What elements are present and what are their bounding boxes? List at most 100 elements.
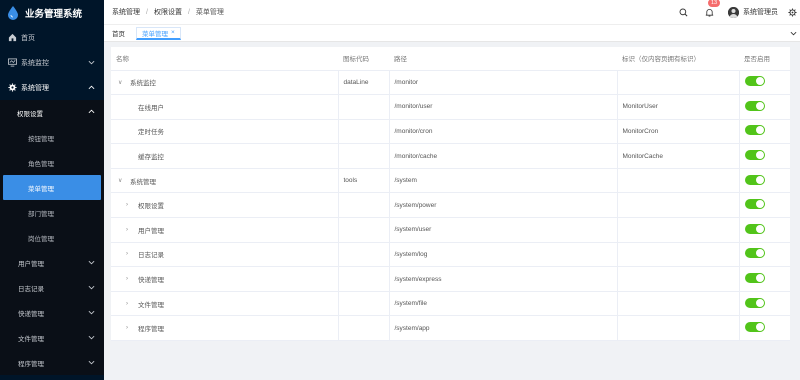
expand-arrow-icon[interactable]: ∨ xyxy=(118,177,126,184)
row-name: 快递管理 xyxy=(138,277,164,285)
enabled-toggle[interactable] xyxy=(744,125,765,136)
enabled-toggle[interactable] xyxy=(744,174,765,185)
sidebar-item-department-management[interactable]: 部门管理 xyxy=(0,200,104,225)
table-row[interactable]: 定时任务 /monitor/cron MonitorCron xyxy=(111,119,790,145)
enabled-toggle[interactable] xyxy=(744,199,765,210)
sidebar-item-files[interactable]: 文件管理 xyxy=(0,325,104,350)
enabled-toggle[interactable] xyxy=(744,223,765,234)
sidebar-item-menu-management[interactable]: 菜单管理 xyxy=(3,175,101,200)
home-icon xyxy=(8,33,17,42)
tab-home[interactable]: 首页 xyxy=(107,27,130,39)
column-header: 路径 xyxy=(389,47,617,71)
enabled-cell xyxy=(739,94,790,120)
column-header: 标识（仅内容页拥有标识） xyxy=(617,47,739,71)
sidebar-item-button-management[interactable]: 按钮管理 xyxy=(0,125,104,150)
table-row[interactable]: ∨ 系统管理 tools /system xyxy=(111,168,790,194)
sidebar-item-home[interactable]: 首页 xyxy=(0,25,104,50)
sidebar-item-express[interactable]: 快递管理 xyxy=(0,300,104,325)
enabled-toggle[interactable] xyxy=(744,322,765,333)
name-cell: › 文件管理 xyxy=(111,291,339,317)
top-header: 系统管理 / 权限设置 / 菜单管理 13 系统管理员 xyxy=(104,0,800,25)
collapse-arrow-icon[interactable]: › xyxy=(126,325,134,331)
sidebar-item-users[interactable]: 用户管理 xyxy=(0,250,104,275)
breadcrumb-item[interactable]: 权限设置 xyxy=(154,7,182,17)
name-cell: 定时任务 xyxy=(111,119,339,145)
table-row[interactable]: 在线用户 /monitor/user MonitorUser xyxy=(111,94,790,120)
sidebar-item-monitor[interactable]: 系统监控 xyxy=(0,50,104,75)
collapse-arrow-icon[interactable]: › xyxy=(126,202,134,208)
row-name: 用户管理 xyxy=(138,227,164,235)
menu-table: 名称 图标代码 路径 标识（仅内容页拥有标识） 是否启用 ∨ 系统监控 dataL… xyxy=(111,47,790,342)
ident-cell xyxy=(617,291,740,317)
row-name: 程序管理 xyxy=(138,326,164,334)
enabled-toggle[interactable] xyxy=(744,248,765,259)
enabled-cell xyxy=(739,168,790,194)
enabled-toggle[interactable] xyxy=(744,76,765,87)
sidebar-item-system[interactable]: 系统管理 xyxy=(0,75,104,100)
settings-gear-icon[interactable] xyxy=(787,7,797,17)
ident-cell xyxy=(617,242,740,268)
icon-code-cell xyxy=(338,119,390,145)
table-row[interactable]: › 用户管理 /system/user xyxy=(111,217,790,243)
collapse-arrow-icon[interactable]: › xyxy=(126,251,134,257)
name-cell: ∨ 系统管理 xyxy=(111,168,339,194)
expand-arrow-icon[interactable]: ∨ xyxy=(118,79,126,86)
name-cell: › 日志记录 xyxy=(111,242,339,268)
table-row[interactable]: › 快递管理 /system/express xyxy=(111,266,790,292)
chevron-down-icon xyxy=(88,334,95,341)
enabled-toggle[interactable] xyxy=(744,150,765,161)
enabled-toggle[interactable] xyxy=(744,100,765,111)
table-row[interactable]: › 权限设置 /system/power xyxy=(111,192,790,219)
breadcrumb-item-current: 菜单管理 xyxy=(195,9,224,16)
close-icon[interactable]: × xyxy=(171,29,175,36)
enabled-toggle[interactable] xyxy=(744,273,765,284)
chevron-down-icon[interactable] xyxy=(788,28,798,38)
table-row[interactable]: › 程序管理 /system/app xyxy=(111,315,790,342)
table-row[interactable]: 缓存监控 /monitor/cache MonitorCache xyxy=(111,143,790,169)
username[interactable]: 系统管理员 xyxy=(743,7,778,17)
sidebar-item-role-management[interactable]: 角色管理 xyxy=(0,150,104,175)
sidebar-item-apps[interactable]: 程序管理 xyxy=(0,350,104,375)
bell-icon xyxy=(705,8,713,17)
app-logo[interactable]: 业务管理系统 xyxy=(0,0,104,25)
sidebar-item-permission[interactable]: 权限设置 xyxy=(0,100,104,125)
row-name: 在线用户 xyxy=(138,104,164,112)
table-row[interactable]: ∨ 系统监控 dataLine /monitor xyxy=(111,70,790,96)
search-icon[interactable] xyxy=(678,7,688,17)
table-row[interactable]: › 日志记录 /system/log xyxy=(111,242,790,268)
collapse-arrow-icon[interactable]: › xyxy=(126,227,134,233)
row-name: 系统管理 xyxy=(130,178,156,186)
app-title: 业务管理系统 xyxy=(25,8,83,20)
path-cell: /monitor/cron xyxy=(389,119,618,145)
name-cell: ∨ 系统监控 xyxy=(111,70,339,96)
name-cell: › 权限设置 xyxy=(111,192,339,219)
enabled-cell xyxy=(739,291,790,317)
chevron-down-icon xyxy=(88,259,95,266)
ident-cell xyxy=(617,217,740,243)
collapse-arrow-icon[interactable]: › xyxy=(126,276,134,282)
ident-cell xyxy=(617,192,740,219)
breadcrumb-item[interactable]: 系统管理 xyxy=(112,7,140,17)
main-content: 名称 图标代码 路径 标识（仅内容页拥有标识） 是否启用 ∨ 系统监控 dataL… xyxy=(104,42,800,380)
collapse-arrow-icon[interactable]: › xyxy=(126,301,134,307)
icon-code-cell xyxy=(338,192,390,219)
enabled-toggle[interactable] xyxy=(744,297,765,308)
sidebar-item-label: 系统监控 xyxy=(21,59,49,67)
sidebar-item-logs[interactable]: 日志记录 xyxy=(0,275,104,300)
icon-code-cell: tools xyxy=(338,168,390,194)
row-name: 权限设置 xyxy=(138,203,164,211)
sidebar-item-label: 首页 xyxy=(21,34,35,42)
breadcrumb: 系统管理 / 权限设置 / 菜单管理 xyxy=(104,7,678,17)
enabled-cell xyxy=(739,192,790,219)
avatar[interactable] xyxy=(728,6,739,18)
row-name: 文件管理 xyxy=(138,301,164,309)
name-cell: › 快递管理 xyxy=(111,266,339,292)
tab-menu-management[interactable]: 菜单管理 × xyxy=(136,26,181,40)
chevron-down-icon xyxy=(88,284,95,291)
notification-button[interactable]: 13 xyxy=(704,0,721,17)
row-name: 日志记录 xyxy=(138,252,164,260)
table-row[interactable]: › 文件管理 /system/file xyxy=(111,291,790,317)
sidebar-item-position-management[interactable]: 岗位管理 xyxy=(0,225,104,250)
row-name: 缓存监控 xyxy=(138,154,164,162)
icon-code-cell xyxy=(338,291,390,317)
